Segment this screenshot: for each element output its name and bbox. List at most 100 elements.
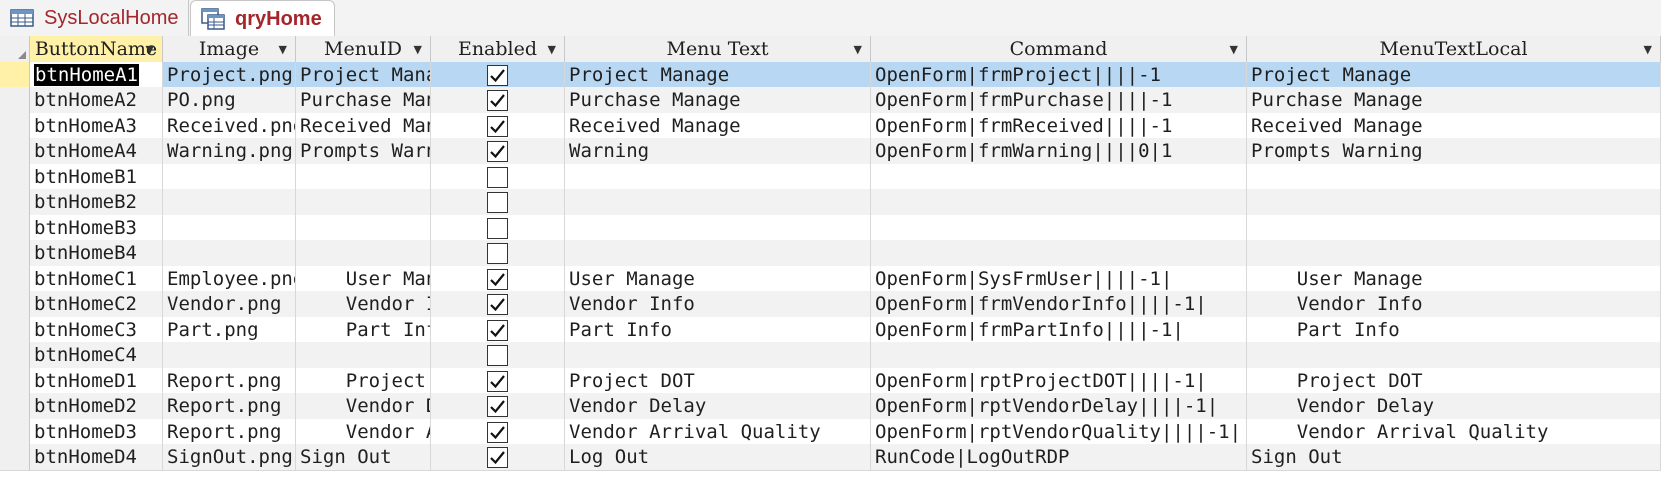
cell-command[interactable] [871, 215, 1247, 242]
cell-enabled[interactable] [431, 62, 565, 89]
cell-menutext[interactable] [565, 342, 871, 369]
column-header-menutext[interactable]: Menu Text ▼ [565, 36, 871, 63]
cell-command[interactable]: OpenForm|frmPurchase||||-1 [871, 87, 1247, 114]
table-row[interactable]: btnHomeA4 Warning.png Prompts Warning Warni… [0, 138, 1661, 165]
table-row[interactable]: btnHomeD3 Report.png Vendor Arrival Quali… [0, 419, 1661, 446]
cell-image[interactable]: Project.png [163, 62, 296, 89]
cell-enabled[interactable] [431, 266, 565, 293]
cell-command[interactable] [871, 240, 1247, 267]
cell-menuid[interactable]: Vendor Arrival Quality [296, 419, 431, 446]
record-selector[interactable] [0, 317, 30, 344]
table-row[interactable]: btnHomeB1 [0, 164, 1661, 191]
dropdown-arrow-icon[interactable]: ▼ [854, 36, 862, 62]
cell-menutextlocal[interactable]: Sign Out [1247, 444, 1661, 471]
record-selector[interactable] [0, 266, 30, 293]
cell-buttonname[interactable]: btnHomeA1 [30, 62, 163, 89]
cell-command[interactable]: OpenForm|rptVendorQuality||||-1| [871, 419, 1247, 446]
cell-buttonname[interactable]: btnHomeC1 [30, 266, 163, 293]
cell-buttonname[interactable]: btnHomeD4 [30, 444, 163, 471]
cell-image[interactable]: Report.png [163, 393, 296, 420]
record-selector[interactable] [0, 164, 30, 191]
column-header-image[interactable]: Image ▼ [163, 36, 296, 63]
enabled-checkbox[interactable] [487, 217, 508, 239]
enabled-checkbox[interactable] [487, 421, 508, 443]
enabled-checkbox[interactable] [487, 64, 508, 86]
cell-buttonname[interactable]: btnHomeC2 [30, 291, 163, 318]
table-row[interactable]: btnHomeD2 Report.png Vendor Delay Vendor D… [0, 393, 1661, 420]
cell-menutextlocal[interactable]: Vendor Info [1247, 291, 1661, 318]
cell-menuid[interactable]: Prompts Warning [296, 138, 431, 165]
cell-command[interactable] [871, 164, 1247, 191]
table-row[interactable]: btnHomeD1 Report.png Project DOT Project D… [0, 368, 1661, 395]
cell-menutext[interactable]: Purchase Manage [565, 87, 871, 114]
enabled-checkbox[interactable] [487, 191, 508, 213]
cell-buttonname[interactable]: btnHomeB2 [30, 189, 163, 216]
cell-buttonname[interactable]: btnHomeA3 [30, 113, 163, 140]
cell-enabled[interactable] [431, 393, 565, 420]
cell-enabled[interactable] [431, 419, 565, 446]
cell-enabled[interactable] [431, 113, 565, 140]
cell-menutext[interactable]: Warning [565, 138, 871, 165]
cell-menuid[interactable] [296, 342, 431, 369]
column-header-command[interactable]: Command ▼ [871, 36, 1247, 63]
cell-image[interactable]: Report.png [163, 368, 296, 395]
cell-enabled[interactable] [431, 189, 565, 216]
cell-buttonname[interactable]: btnHomeC3 [30, 317, 163, 344]
record-selector[interactable] [0, 342, 30, 369]
enabled-checkbox[interactable] [487, 344, 508, 366]
cell-menuid[interactable] [296, 240, 431, 267]
record-selector[interactable] [0, 368, 30, 395]
record-selector[interactable] [0, 240, 30, 267]
cell-menutextlocal[interactable]: User Manage [1247, 266, 1661, 293]
cell-buttonname[interactable]: btnHomeB3 [30, 215, 163, 242]
table-row[interactable]: btnHomeB4 [0, 240, 1661, 267]
cell-menutext[interactable]: Vendor Arrival Quality [565, 419, 871, 446]
cell-enabled[interactable] [431, 368, 565, 395]
cell-command[interactable]: OpenForm|rptProjectDOT||||-1| [871, 368, 1247, 395]
cell-menutext[interactable]: Vendor Info [565, 291, 871, 318]
cell-menuid[interactable] [296, 189, 431, 216]
cell-command[interactable] [871, 342, 1247, 369]
cell-buttonname[interactable]: btnHomeB4 [30, 240, 163, 267]
enabled-checkbox[interactable] [487, 166, 508, 188]
cell-image[interactable]: Employee.png [163, 266, 296, 293]
cell-enabled[interactable] [431, 240, 565, 267]
cell-buttonname[interactable]: btnHomeC4 [30, 342, 163, 369]
cell-menutext[interactable]: Project Manage [565, 62, 871, 89]
table-row[interactable]: btnHomeC1 Employee.png User Manage User Ma… [0, 266, 1661, 293]
enabled-checkbox[interactable] [487, 446, 508, 468]
cell-buttonname[interactable]: btnHomeB1 [30, 164, 163, 191]
cell-menutextlocal[interactable] [1247, 189, 1661, 216]
cell-menutextlocal[interactable]: Vendor Arrival Quality [1247, 419, 1661, 446]
cell-buttonname[interactable]: btnHomeD1 [30, 368, 163, 395]
cell-command[interactable]: OpenForm|SysFrmUser||||-1| [871, 266, 1247, 293]
dropdown-arrow-icon[interactable]: ▼ [146, 36, 154, 62]
enabled-checkbox[interactable] [487, 268, 508, 290]
cell-image[interactable]: Report.png [163, 419, 296, 446]
table-row[interactable]: btnHomeA2 PO.png Purchase Manage Purchase M… [0, 87, 1661, 114]
cell-menuid[interactable]: Vendor Delay [296, 393, 431, 420]
cell-enabled[interactable] [431, 291, 565, 318]
enabled-checkbox[interactable] [487, 140, 508, 162]
cell-command[interactable]: OpenForm|frmProject||||-1 [871, 62, 1247, 89]
table-row[interactable]: btnHomeB3 [0, 215, 1661, 242]
cell-menutext[interactable]: Log Out [565, 444, 871, 471]
cell-menuid[interactable]: User Manage [296, 266, 431, 293]
cell-buttonname[interactable]: btnHomeA4 [30, 138, 163, 165]
cell-menutextlocal[interactable] [1247, 240, 1661, 267]
column-header-menutextlocal[interactable]: MenuTextLocal ▼ [1247, 36, 1661, 63]
cell-command[interactable]: OpenForm|frmReceived||||-1 [871, 113, 1247, 140]
cell-image[interactable] [163, 215, 296, 242]
column-header-buttonname[interactable]: ButtonName ▼ [30, 36, 163, 63]
record-selector[interactable] [0, 62, 30, 89]
dropdown-arrow-icon[interactable]: ▼ [279, 36, 287, 62]
cell-command[interactable]: OpenForm|frmWarning||||0|1 [871, 138, 1247, 165]
cell-menutextlocal[interactable]: Project DOT [1247, 368, 1661, 395]
record-selector[interactable] [0, 87, 30, 114]
cell-image[interactable]: Vendor.png [163, 291, 296, 318]
cell-menutext[interactable] [565, 164, 871, 191]
tab-qryhome[interactable]: qryHome [190, 0, 335, 37]
column-header-enabled[interactable]: Enabled ▼ [431, 36, 565, 63]
cell-image[interactable]: SignOut.png [163, 444, 296, 471]
cell-menutextlocal[interactable]: Prompts Warning [1247, 138, 1661, 165]
